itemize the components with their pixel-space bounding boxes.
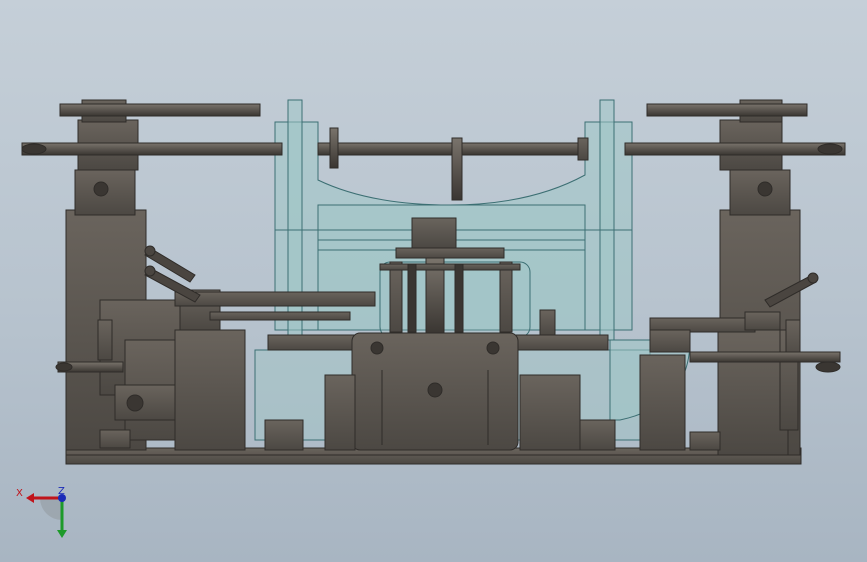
top-rods xyxy=(21,103,846,201)
machine-assembly-model[interactable]: X Z xyxy=(0,0,867,562)
x-axis-arrow xyxy=(26,493,34,503)
z-axis-label: Z xyxy=(58,486,65,497)
cad-3d-viewport[interactable]: X Z xyxy=(0,0,867,562)
triad-plane xyxy=(40,498,62,520)
x-axis-label: X xyxy=(16,488,23,499)
y-axis-arrow xyxy=(57,530,67,538)
orientation-triad: X Z xyxy=(16,486,67,538)
